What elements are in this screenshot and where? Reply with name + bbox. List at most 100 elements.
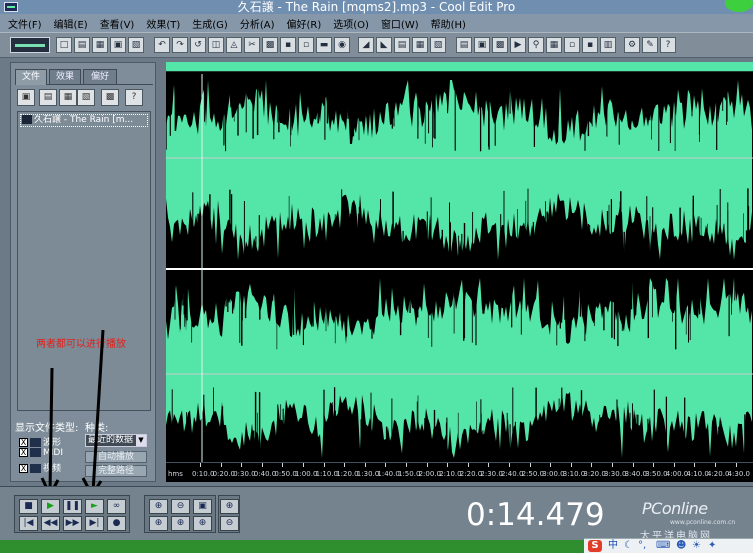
zoom-left-icon[interactable]: ⊕ — [149, 516, 168, 531]
keyboard-icon[interactable]: ⌨ — [656, 540, 670, 552]
menu-options[interactable]: 选项(O) — [333, 16, 369, 31]
multitrack-toggle-button[interactable] — [10, 37, 50, 53]
tab-files[interactable]: 文件 — [15, 69, 47, 85]
type-midi-checkbox[interactable]: X — [19, 448, 28, 457]
zoom-in-vertical-icon[interactable]: ⊕ — [220, 499, 239, 514]
type-video-checkbox[interactable]: X — [19, 464, 28, 473]
script-icon[interactable]: ✎ — [642, 37, 658, 53]
tab-effects[interactable]: 效果 — [49, 69, 81, 84]
cut-icon[interactable]: ✂ — [244, 37, 260, 53]
fast-forward-button[interactable]: ▶▶ — [63, 516, 82, 531]
user-icon[interactable]: ☻ — [676, 540, 686, 552]
tab-favorites[interactable]: 偏好 — [83, 69, 117, 84]
frequency-icon[interactable]: ▤ — [456, 37, 472, 53]
paste-icon[interactable]: ▩ — [262, 37, 278, 53]
skin-icon[interactable]: ☀ — [692, 540, 701, 552]
loop-button[interactable]: ∞ — [107, 499, 126, 514]
overview-bar[interactable] — [166, 62, 753, 72]
marker-icon[interactable]: ▣ — [474, 37, 490, 53]
ruler-tick — [261, 463, 263, 467]
redo-icon[interactable]: ↷ — [172, 37, 188, 53]
menu-window[interactable]: 窗口(W) — [381, 16, 419, 31]
import-icon[interactable]: ▤ — [39, 89, 57, 106]
zoom-selection-icon[interactable]: ⊕ — [193, 516, 212, 531]
ruler-tick — [570, 463, 572, 467]
sort-select[interactable]: 最近的数据 — [85, 434, 147, 447]
waveform-svg[interactable] — [166, 74, 753, 462]
ruler-tick-label: 0:10.0 — [192, 470, 215, 478]
menu-generate[interactable]: 生成(G) — [192, 16, 228, 31]
midi-type-icon — [30, 448, 41, 457]
ruler-tick — [303, 463, 304, 467]
menu-favorites[interactable]: 偏好(R) — [286, 16, 321, 31]
tools-icon[interactable]: ✦ — [708, 540, 716, 552]
open-file-icon[interactable]: ▤ — [74, 37, 90, 53]
ruler-unit: hms — [168, 470, 183, 478]
mix-paste-icon[interactable]: ▫ — [298, 37, 314, 53]
grid-icon[interactable]: ▦ — [412, 37, 428, 53]
time-format-icon[interactable]: ▦ — [546, 37, 562, 53]
zoom-full-icon[interactable]: ▣ — [193, 499, 212, 514]
play-button[interactable]: ▶ — [41, 499, 60, 514]
punctuation-icon[interactable]: °, — [638, 540, 646, 552]
new-file-icon[interactable]: □ — [56, 37, 72, 53]
time-ruler[interactable]: hms 0:10.0 0:20.0 0:30.0 0:40.0 0:50.0 1:00.0… — [166, 462, 753, 482]
zoom-right-icon[interactable]: ⊕ — [171, 516, 190, 531]
moon-icon[interactable]: ☾ — [624, 540, 633, 552]
close-file-icon[interactable]: ▦ — [59, 89, 77, 106]
repeat-icon[interactable]: ↺ — [190, 37, 206, 53]
go-to-start-button[interactable]: |◀ — [19, 516, 38, 531]
copy-icon[interactable]: ◫ — [208, 37, 224, 53]
ruler-tick — [632, 463, 634, 467]
ruler-tick-label: 4:30.0 — [727, 470, 750, 478]
cue-list-icon[interactable]: ▩ — [492, 37, 508, 53]
info-icon[interactable]: ▥ — [600, 37, 616, 53]
track-properties-icon[interactable]: ▪ — [582, 37, 598, 53]
waveform-display[interactable]: hms 0:10.0 0:20.0 0:30.0 0:40.0 0:50.0 1:00.0… — [166, 62, 753, 482]
cd-player-icon[interactable]: ◉ — [334, 37, 350, 53]
menu-view[interactable]: 查看(V) — [100, 16, 135, 31]
insert-icon[interactable]: ▩ — [101, 89, 119, 106]
menu-effects[interactable]: 效果(T) — [146, 16, 180, 31]
undo-icon[interactable]: ↶ — [154, 37, 170, 53]
help-icon[interactable]: ? — [660, 37, 676, 53]
envelope-icon[interactable]: ◢ — [358, 37, 374, 53]
play-to-end-button[interactable]: ► — [85, 499, 104, 514]
menu-edit[interactable]: 编辑(E) — [54, 16, 88, 31]
rewind-button[interactable]: ◀◀ — [41, 516, 60, 531]
zoom-out-horizontal-icon[interactable]: ⊖ — [171, 499, 190, 514]
copy-new-icon[interactable]: ◬ — [226, 37, 242, 53]
fade-icon[interactable]: ◣ — [376, 37, 392, 53]
paste-new-icon[interactable]: ▪ — [280, 37, 296, 53]
menu-help[interactable]: 帮助(H) — [431, 16, 466, 31]
spectral-icon[interactable]: ▤ — [394, 37, 410, 53]
save-icon[interactable]: ▣ — [110, 37, 126, 53]
go-to-end-button[interactable]: ▶| — [85, 516, 104, 531]
zoom-out-vertical-icon[interactable]: ⊖ — [220, 516, 239, 531]
waveform-view-icon[interactable]: ▧ — [430, 37, 446, 53]
save-selection-icon[interactable]: ▧ — [128, 37, 144, 53]
menu-file[interactable]: 文件(F) — [8, 16, 42, 31]
stop-button[interactable]: ■ — [19, 499, 38, 514]
record-button[interactable]: ● — [107, 516, 126, 531]
type-wave-checkbox[interactable]: X — [19, 438, 28, 447]
auto-play-button[interactable]: 自动播放 — [85, 451, 147, 463]
transport-bar: ■ ▶ ❚❚ ► ∞ |◀ ◀◀ ▶▶ ▶| ● ⊕ ⊖ ▣ ⊕ ⊕ ⊕ ⊕ ⊖… — [0, 486, 753, 542]
panel-help-icon[interactable]: ? — [125, 89, 143, 106]
trim-icon[interactable]: ▬ — [316, 37, 332, 53]
play-list-icon[interactable]: ▶ — [510, 37, 526, 53]
sample-rate-icon[interactable]: ▫ — [564, 37, 580, 53]
zoom-tool-icon[interactable]: ⚲ — [528, 37, 544, 53]
full-path-button[interactable]: 完整路径 — [85, 465, 147, 477]
settings-icon[interactable]: ⚙ — [624, 37, 640, 53]
language-indicator[interactable]: 中 — [608, 540, 618, 552]
open-folder-icon[interactable]: ▣ — [17, 89, 35, 106]
ruler-tick-label: 1:40.0 — [377, 470, 400, 478]
list-item[interactable]: 久石譲 - The Rain [m... — [20, 114, 148, 127]
close-all-icon[interactable]: ▧ — [77, 89, 95, 106]
zoom-in-horizontal-icon[interactable]: ⊕ — [149, 499, 168, 514]
menu-analyze[interactable]: 分析(A) — [240, 16, 275, 31]
open-append-icon[interactable]: ▦ — [92, 37, 108, 53]
pause-button[interactable]: ❚❚ — [63, 499, 82, 514]
ime-logo-icon[interactable]: S — [588, 540, 602, 552]
